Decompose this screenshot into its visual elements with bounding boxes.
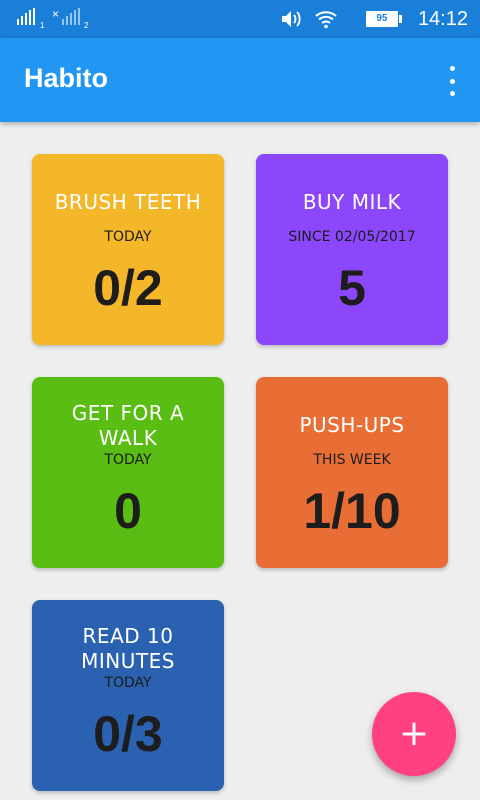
habit-title: READ 10 MINUTES: [81, 624, 175, 673]
habit-progress: 5: [338, 260, 366, 316]
clock: 14:12: [417, 7, 468, 30]
no-service-icon: ×: [52, 7, 60, 21]
sim1-label: 1: [40, 21, 45, 30]
habit-card-push-ups[interactable]: PUSH-UPS THIS WEEK 1/10: [256, 377, 448, 568]
signal-strength-2-icon: [62, 8, 80, 25]
sim2-label: 2: [84, 21, 89, 30]
habit-progress: 0/3: [93, 706, 163, 762]
overflow-menu-button[interactable]: [446, 66, 458, 96]
habit-card-buy-milk[interactable]: BUY MILK SINCE 02/05/2017 5: [256, 154, 448, 345]
status-bar: 1 × 2 95 14:12: [0, 0, 480, 38]
habit-title: BRUSH TEETH: [54, 190, 202, 214]
habit-card-brush-teeth[interactable]: BRUSH TEETH TODAY 0/2: [32, 154, 224, 345]
habit-period: THIS WEEK: [313, 452, 391, 468]
habit-progress: 1/10: [303, 483, 401, 539]
habit-period: TODAY: [104, 675, 152, 691]
volume-icon: [281, 11, 301, 27]
battery-icon: 95: [365, 11, 402, 27]
habit-progress: 0/2: [93, 260, 163, 316]
habit-progress: 0: [114, 483, 142, 539]
app-title: Habito: [24, 63, 108, 93]
app-bar: Habito: [0, 38, 480, 122]
habit-title: PUSH-UPS: [299, 413, 405, 437]
signal-strength-icon: [17, 8, 35, 25]
habit-title: GET FOR A WALK: [71, 401, 185, 450]
add-habit-button[interactable]: +: [372, 692, 456, 776]
habit-period: TODAY: [104, 229, 152, 245]
more-vert-icon: [449, 66, 455, 71]
habit-card-get-for-a-walk[interactable]: GET FOR A WALK TODAY 0: [32, 377, 224, 568]
habit-period: TODAY: [104, 452, 152, 468]
habit-card-read-10-minutes[interactable]: READ 10 MINUTES TODAY 0/3: [32, 600, 224, 791]
habit-period: SINCE 02/05/2017: [288, 229, 416, 245]
habit-title: BUY MILK: [302, 190, 402, 214]
wifi-icon: [315, 11, 337, 29]
